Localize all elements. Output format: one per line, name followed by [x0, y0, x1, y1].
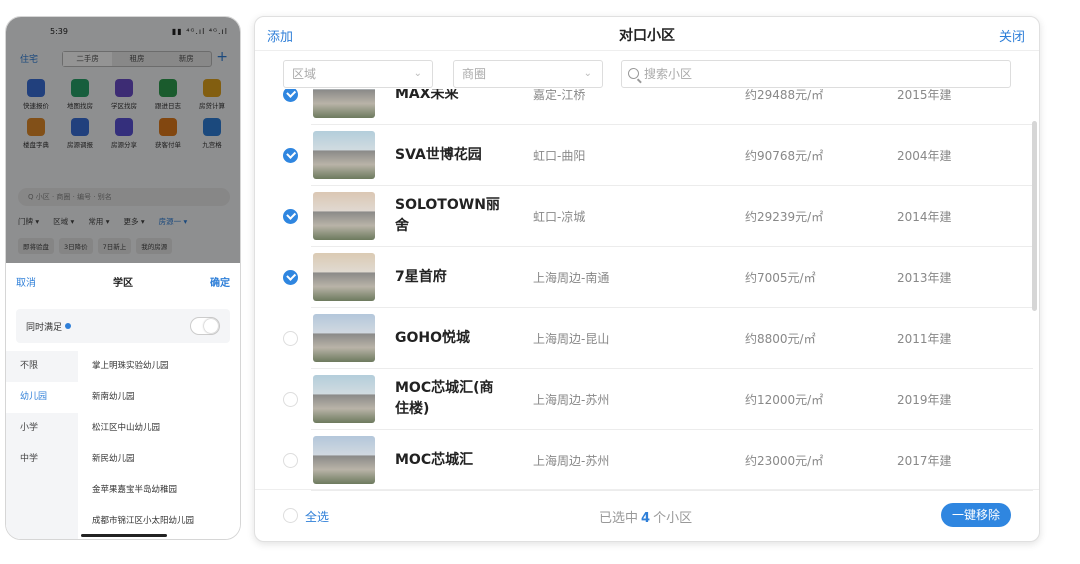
community-build-year: 2017年建 [897, 454, 952, 468]
info-dot-icon [65, 323, 72, 329]
school-level-list: 不限 幼儿园 小学 中学 [6, 351, 78, 539]
community-area: 嘉定-江桥 [533, 89, 586, 102]
community-photo [313, 253, 375, 301]
community-area: 虹口-凉城 [533, 210, 586, 224]
community-price: 约29239元/㎡ [745, 210, 824, 224]
community-area: 上海周边-苏州 [533, 454, 610, 468]
sheet-header: 取消 学区 确定 [6, 263, 240, 297]
search-placeholder: 搜索小区 [644, 67, 693, 81]
community-name: GOHO悦城 [395, 330, 471, 346]
community-area: 上海周边-苏州 [533, 393, 610, 407]
community-row[interactable]: MAX未来 嘉定-江桥 约29488元/㎡ 2015年建 [255, 89, 1033, 125]
community-build-year: 2004年建 [897, 149, 952, 163]
dialog-header: 添加 对口小区 关闭 [255, 17, 1039, 51]
school-item[interactable]: 新南幼儿园 [78, 382, 240, 413]
district-select[interactable]: 区域 ⌄ [283, 60, 433, 88]
community-photo [313, 436, 375, 484]
community-area: 虹口-曲阳 [533, 149, 586, 163]
sheet-title: 学区 [113, 278, 133, 289]
school-district-sheet: 取消 学区 确定 同时满足 不限 幼儿园 小学 中学 掌上明珠实验幼儿园 新南幼… [6, 263, 240, 539]
community-row[interactable]: SVA世博花园 虹口-曲阳 约90768元/㎡ 2004年建 [255, 125, 1033, 186]
community-photo [313, 375, 375, 423]
community-build-year: 2019年建 [897, 393, 952, 407]
checked-checkbox[interactable] [283, 89, 298, 102]
district-select-label: 区域 [292, 67, 317, 81]
selected-count-text: 已选中 4 个小区 [599, 507, 692, 526]
community-photo [313, 192, 375, 240]
level-all[interactable]: 不限 [6, 351, 78, 382]
matched-community-dialog: 添加 对口小区 关闭 区域 ⌄ 商圈 ⌄ 搜索小区 MAX未来 嘉定-江桥 约294… [254, 16, 1040, 542]
community-name: MOC芯城汇 [395, 452, 474, 468]
chevron-down-icon: ⌄ [583, 68, 592, 79]
community-price: 约29488元/㎡ [745, 89, 824, 102]
community-row[interactable]: GOHO悦城 上海周边-昆山 约8800元/㎡ 2011年建 [255, 308, 1033, 369]
level-primary[interactable]: 小学 [6, 413, 78, 444]
remove-all-button[interactable]: 一键移除 [941, 503, 1011, 527]
community-build-year: 2011年建 [897, 332, 952, 346]
selected-count: 4 [641, 511, 651, 526]
confirm-button[interactable]: 确定 [210, 274, 230, 289]
dialog-footer: 全选 已选中 4 个小区 一键移除 [255, 489, 1039, 541]
community-photo [313, 131, 375, 179]
community-price: 约90768元/㎡ [745, 149, 824, 163]
level-kindergarten[interactable]: 幼儿园 [6, 382, 78, 413]
list-scrollbar[interactable] [1032, 121, 1037, 311]
community-price: 约23000元/㎡ [745, 454, 824, 468]
school-list: 掌上明珠实验幼儿园 新南幼儿园 松江区中山幼儿园 新民幼儿园 金苹果嘉宝半岛幼稚… [78, 351, 240, 537]
dialog-filter-bar: 区域 ⌄ 商圈 ⌄ 搜索小区 [283, 60, 1011, 88]
selected-prefix: 已选中 [599, 511, 639, 526]
community-photo [313, 314, 375, 362]
unchecked-checkbox[interactable] [283, 453, 298, 468]
same-time-row: 同时满足 [16, 309, 230, 343]
checked-checkbox[interactable] [283, 209, 298, 224]
community-build-year: 2014年建 [897, 210, 952, 224]
community-list[interactable]: MAX未来 嘉定-江桥 约29488元/㎡ 2015年建 SVA世博花园 虹口-曲阳 约90… [255, 89, 1033, 491]
community-price: 约12000元/㎡ [745, 393, 824, 407]
community-photo [313, 89, 375, 118]
community-name: 7星首府 [395, 269, 447, 285]
community-name: MOC芯城汇(商住楼) [395, 380, 494, 417]
community-row[interactable]: MOC芯城汇(商住楼) 上海周边-苏州 约12000元/㎡ 2019年建 [255, 369, 1033, 430]
home-indicator [81, 534, 167, 537]
school-item[interactable]: 松江区中山幼儿园 [78, 413, 240, 444]
business-area-select[interactable]: 商圈 ⌄ [453, 60, 603, 88]
school-item[interactable]: 金苹果嘉宝半岛幼稚园 [78, 475, 240, 506]
level-middle[interactable]: 中学 [6, 444, 78, 475]
community-price: 约8800元/㎡ [745, 332, 816, 346]
unchecked-checkbox[interactable] [283, 331, 298, 346]
community-row[interactable]: 7星首府 上海周边-南通 约7005元/㎡ 2013年建 [255, 247, 1033, 308]
close-button[interactable]: 关闭 [999, 26, 1025, 45]
community-name: MAX未来 [395, 89, 459, 102]
same-time-label: 同时满足 [26, 320, 72, 333]
chevron-down-icon: ⌄ [413, 68, 422, 79]
community-search-input[interactable]: 搜索小区 [621, 60, 1011, 88]
community-row[interactable]: MOC芯城汇 上海周边-苏州 约23000元/㎡ 2017年建 [255, 430, 1033, 491]
checked-checkbox[interactable] [283, 148, 298, 163]
search-icon [628, 68, 639, 79]
school-item[interactable]: 成都市锦江区小太阳幼儿园 [78, 506, 240, 537]
business-select-label: 商圈 [462, 67, 487, 81]
select-all-label[interactable]: 全选 [305, 508, 329, 525]
community-build-year: 2015年建 [897, 89, 952, 102]
same-time-text: 同时满足 [26, 323, 63, 333]
selected-suffix: 个小区 [653, 511, 693, 526]
community-area: 上海周边-南通 [533, 271, 610, 285]
unchecked-checkbox[interactable] [283, 392, 298, 407]
select-all-checkbox[interactable] [283, 508, 298, 523]
community-build-year: 2013年建 [897, 271, 952, 285]
community-area: 上海周边-昆山 [533, 332, 610, 346]
modal-overlay[interactable] [6, 17, 240, 263]
checked-checkbox[interactable] [283, 270, 298, 285]
dialog-title: 对口小区 [619, 28, 675, 44]
community-price: 约7005元/㎡ [745, 271, 816, 285]
same-time-toggle[interactable] [190, 317, 220, 335]
community-name: SVA世博花园 [395, 147, 482, 163]
phone-screen: 5:39 ▮▮ ⁴ᴳ.ıl ⁴ᴳ.ıl 住宅 二手房 租房 新房 + 快速报价地… [5, 16, 241, 540]
school-item[interactable]: 掌上明珠实验幼儿园 [78, 351, 240, 382]
community-row[interactable]: SOLOTOWN丽舍 虹口-凉城 约29239元/㎡ 2014年建 [255, 186, 1033, 247]
school-item[interactable]: 新民幼儿园 [78, 444, 240, 475]
community-name: SOLOTOWN丽舍 [395, 197, 500, 234]
